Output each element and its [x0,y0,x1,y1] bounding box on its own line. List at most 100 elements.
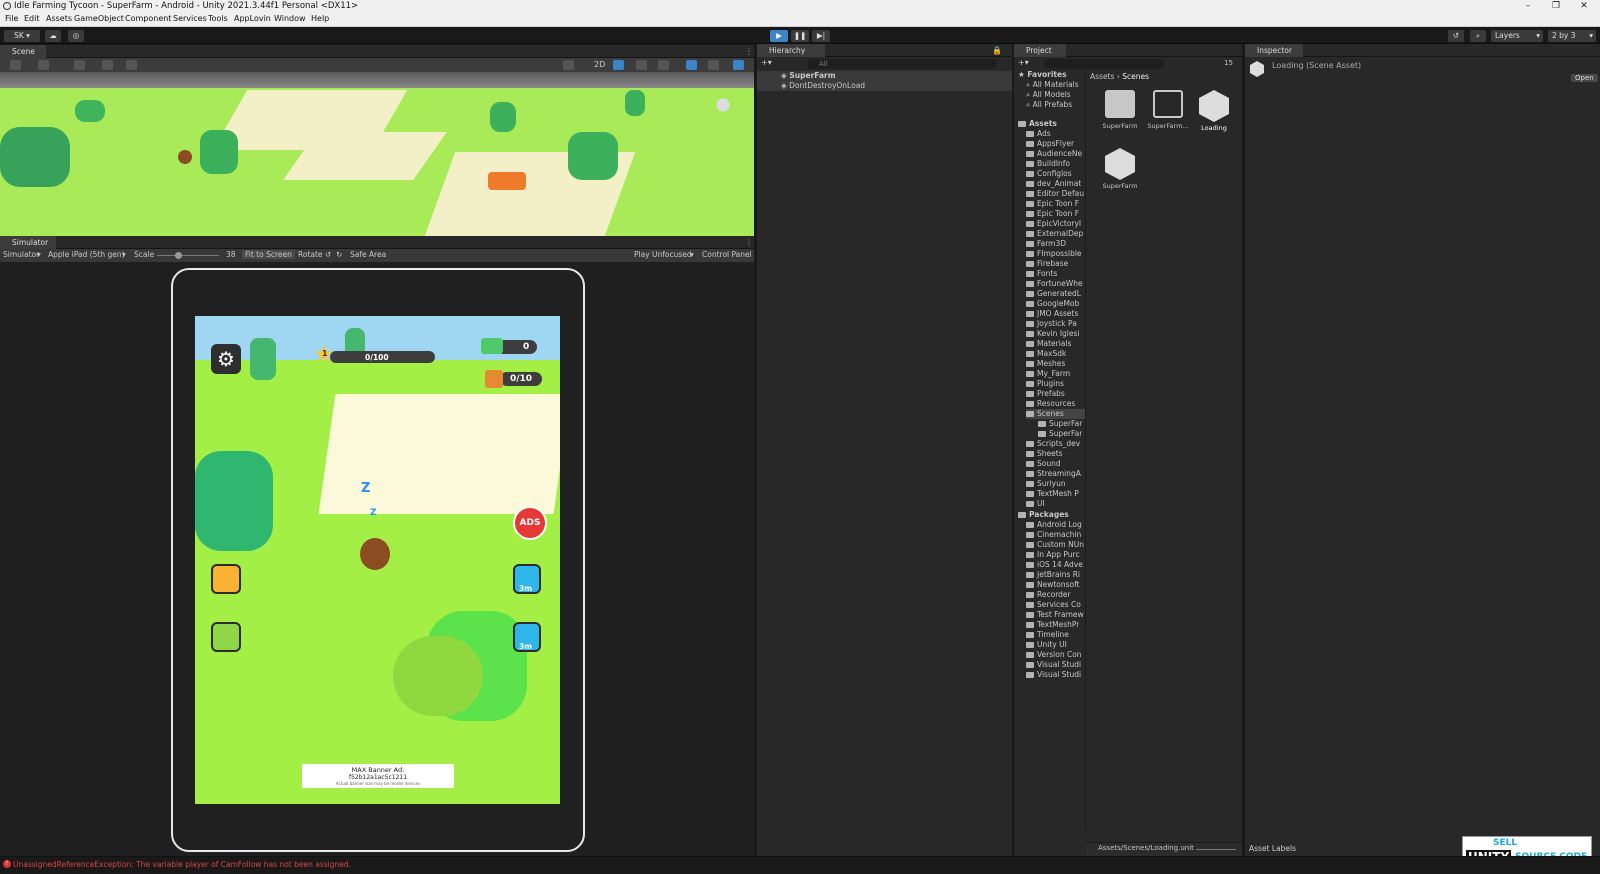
tab-inspector[interactable]: Inspector [1245,44,1303,57]
package-item[interactable]: Test Framew [1026,610,1084,620]
folder-item[interactable]: Joystick Pa [1026,319,1077,329]
folder-item[interactable]: FImpossible [1026,249,1082,259]
package-item[interactable]: Android Log [1026,520,1082,530]
rotate-right-icon[interactable]: ↻ [336,250,342,259]
folder-item[interactable]: Farm3D [1026,239,1066,249]
package-item[interactable]: JetBrains Ri [1026,570,1080,580]
folder-item[interactable]: GoogleMob [1026,299,1079,309]
favorite-item[interactable]: ⌕ All Materials [1026,80,1079,90]
folder-item[interactable]: AudienceNe [1026,149,1082,159]
create-asset-button[interactable]: +▾ [1018,58,1029,67]
banner-ad[interactable]: MAX Banner Ad: f52b12a1ac5c1211 Actual b… [302,764,454,788]
tab-hierarchy[interactable]: Hierarchy [757,44,825,57]
simulator-mode-dropdown[interactable]: Simulator [3,250,39,259]
package-item[interactable]: TextMeshPr [1026,620,1079,630]
folder-item[interactable]: FortuneWhe [1026,279,1083,289]
hierarchy-item-superfarm[interactable]: ◈ SuperFarm [781,71,836,81]
menu-gameobject[interactable]: GameObject [74,14,124,23]
folder-item[interactable]: Epic Toon F [1026,199,1079,209]
folder-item[interactable]: Kevin Iglesi [1026,329,1079,339]
close-button[interactable]: ✕ [1570,0,1598,13]
safe-area-toggle[interactable]: Safe Area [350,250,386,259]
folder-item[interactable]: Scenes [1026,409,1085,419]
scene-folder-item[interactable]: SuperFar [1038,419,1082,429]
mode-2d-toggle[interactable]: 2D [594,60,605,69]
package-item[interactable]: Cinemachin [1026,530,1081,540]
menu-component[interactable]: Component [125,14,171,23]
asset-grid-item[interactable]: SuperFarm [1100,148,1140,190]
shading-icon[interactable] [563,60,574,70]
rotate-left-icon[interactable]: ↺ [325,250,331,259]
project-search-input[interactable] [1044,59,1164,69]
grid-icon[interactable] [102,60,113,70]
game-screen[interactable]: ⚙ 0/100 ★ 1 0 0/10 ADS Z Z 3m 3m MAX Ban… [195,316,560,804]
folder-item[interactable]: TextMesh P [1026,489,1079,499]
scene-folder-item[interactable]: SuperFar [1038,429,1082,439]
cloud-icon[interactable]: ☁ [45,30,61,42]
control-panel-button[interactable]: Control Panel [702,250,752,259]
device-dropdown[interactable]: Apple iPad (5th gen) [48,250,125,259]
ads-button[interactable]: ADS [513,506,547,540]
favorite-item[interactable]: ⌕ All Prefabs [1026,100,1072,110]
folder-item[interactable]: Prefabs [1026,389,1065,399]
scale-slider-handle[interactable] [175,252,182,259]
draw-mode-icon[interactable] [10,60,21,70]
asset-grid-item[interactable]: Loading [1194,90,1234,132]
maximize-button[interactable]: ❐ [1542,0,1570,13]
scene-view[interactable] [0,72,754,236]
lock-icon[interactable]: 🔒 [992,46,1002,55]
folder-item[interactable]: JMO Assets [1026,309,1078,319]
icon-size-slider[interactable] [1196,849,1236,850]
menu-assets[interactable]: Assets [46,14,72,23]
fit-to-screen-button[interactable]: Fit to Screen [242,250,295,259]
more-options-icon[interactable]: ⋮ [745,238,753,247]
farmer-upgrade-button[interactable] [211,622,241,652]
package-item[interactable]: Services Co [1026,600,1081,610]
pivot-icon[interactable] [74,60,85,70]
scale-slider[interactable] [157,255,219,256]
favorite-item[interactable]: ⌕ All Models [1026,90,1071,100]
menu-help[interactable]: Help [311,14,329,23]
effects-icon[interactable] [658,60,669,70]
folder-item[interactable]: Epic Toon F [1026,209,1079,219]
hierarchy-search-input[interactable]: All [807,59,997,69]
folder-item[interactable]: My_Farm [1026,369,1070,379]
package-item[interactable]: Visual Studi [1026,660,1081,670]
package-item[interactable]: Unity UI [1026,640,1067,650]
snap-icon[interactable] [126,60,137,70]
history-icon[interactable]: ↺ [1448,30,1464,42]
folder-item[interactable]: Sheets [1026,449,1063,459]
folder-item[interactable]: Plugins [1026,379,1064,389]
package-item[interactable]: Version Con [1026,650,1082,660]
package-item[interactable]: Custom NUn [1026,540,1084,550]
asset-grid-item[interactable]: SuperFarm... [1146,90,1190,130]
folder-item[interactable]: GeneratedL [1026,289,1081,299]
pause-button[interactable]: ❚❚ [791,30,809,42]
tab-simulator[interactable]: Simulator [0,236,56,249]
menu-services[interactable]: Services [173,14,207,23]
settings-button[interactable]: ⚙ [211,344,241,374]
search-icon[interactable]: ⌕ [1470,30,1486,42]
play-button[interactable]: ▶ [770,30,788,42]
menu-window[interactable]: Window [274,14,306,23]
package-item[interactable]: Recorder [1026,590,1071,600]
folder-item[interactable]: EpicVictoryI [1026,219,1081,229]
audio-icon[interactable] [636,60,647,70]
asset-grid-item[interactable]: SuperFarm [1100,90,1140,130]
gizmo-icon[interactable] [38,60,49,70]
folder-item[interactable]: Ads [1026,129,1051,139]
folder-item[interactable]: BuildInfo [1026,159,1070,169]
package-item[interactable]: Timeline [1026,630,1069,640]
folder-item[interactable]: Scripts_dev [1026,439,1080,449]
tab-scene[interactable]: Scene [0,45,46,58]
package-item[interactable]: Visual Studi [1026,670,1081,680]
assets-root[interactable]: Assets [1018,119,1057,129]
folder-item[interactable]: Resources [1026,399,1075,409]
breadcrumb-assets[interactable]: Assets [1090,72,1114,81]
folder-item[interactable]: Fonts [1026,269,1057,279]
lighting-icon[interactable] [613,60,624,70]
open-button[interactable]: Open [1571,74,1598,82]
folder-item[interactable]: ExternalDep [1026,229,1083,239]
menu-file[interactable]: File [5,14,18,23]
folder-item[interactable]: MaxSdk [1026,349,1066,359]
